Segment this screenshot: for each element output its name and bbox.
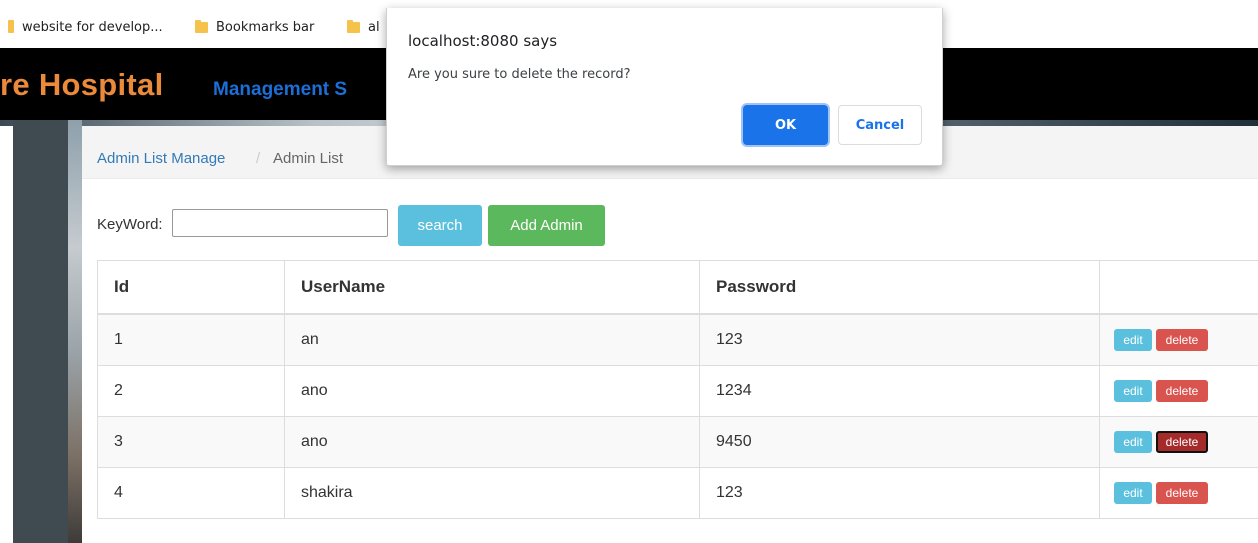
delete-button[interactable]: delete — [1156, 431, 1208, 453]
cell-id: 2 — [98, 366, 285, 416]
delete-button[interactable]: delete — [1156, 380, 1208, 402]
cell-username: ano — [285, 417, 700, 467]
cancel-button[interactable]: Cancel — [838, 105, 922, 145]
table-header-row: Id UserName Password — [98, 261, 1258, 315]
confirm-dialog: localhost:8080 says Are you sure to dele… — [386, 8, 943, 166]
bookmark-bookmarks-bar[interactable]: Bookmarks bar — [195, 17, 314, 37]
cell-actions: edit delete — [1100, 417, 1258, 467]
bookmark-label: al — [368, 19, 380, 35]
cell-password: 123 — [700, 315, 1100, 365]
column-header-password: Password — [700, 261, 1100, 313]
column-header-actions — [1100, 261, 1258, 313]
cell-password: 1234 — [700, 366, 1100, 416]
keyword-label: KeyWord: — [97, 216, 163, 233]
edit-button[interactable]: edit — [1114, 431, 1152, 453]
breadcrumb-separator: / — [256, 150, 261, 167]
column-header-username: UserName — [285, 261, 700, 313]
cell-username: an — [285, 315, 700, 365]
brand-subtitle: Management S — [213, 79, 348, 100]
bookmark-label: website for develop... — [22, 19, 163, 35]
delete-button[interactable]: delete — [1156, 329, 1208, 351]
dialog-message: Are you sure to delete the record? — [408, 67, 631, 82]
background-image — [68, 120, 82, 543]
cell-username: shakira — [285, 468, 700, 518]
delete-button[interactable]: delete — [1156, 482, 1208, 504]
ok-button[interactable]: OK — [743, 105, 828, 145]
bookmark-website-for-develop[interactable]: website for develop... — [8, 17, 163, 37]
cell-id: 1 — [98, 315, 285, 365]
dialog-title: localhost:8080 says — [408, 32, 558, 50]
edit-button[interactable]: edit — [1114, 380, 1152, 402]
breadcrumb-link-admin-list-manage[interactable]: Admin List Manage — [97, 150, 225, 167]
edit-button[interactable]: edit — [1114, 482, 1152, 504]
breadcrumb-current: Admin List — [273, 150, 344, 167]
cell-id: 3 — [98, 417, 285, 467]
cell-password: 9450 — [700, 417, 1100, 467]
cell-actions: edit delete — [1100, 468, 1258, 518]
folder-icon — [8, 19, 14, 33]
column-header-id: Id — [98, 261, 285, 313]
sidebar — [13, 120, 68, 543]
brand-title: re Hospital — [0, 67, 164, 102]
table-row: 3 ano 9450 edit delete — [98, 417, 1258, 468]
table-row: 4 shakira 123 edit delete — [98, 468, 1258, 519]
cell-id: 4 — [98, 468, 285, 518]
table-row: 2 ano 1234 edit delete — [98, 366, 1258, 417]
search-button[interactable]: search — [398, 205, 482, 246]
cell-username: ano — [285, 366, 700, 416]
admin-table: Id UserName Password 1 an 123 edit delet… — [97, 260, 1258, 519]
edit-button[interactable]: edit — [1114, 329, 1152, 351]
cell-actions: edit delete — [1100, 366, 1258, 416]
folder-icon — [195, 19, 208, 33]
table-row: 1 an 123 edit delete — [98, 315, 1258, 366]
folder-icon — [347, 19, 360, 33]
cell-actions: edit delete — [1100, 315, 1258, 365]
bookmark-al[interactable]: al — [347, 17, 380, 37]
bookmark-label: Bookmarks bar — [216, 19, 315, 35]
cell-password: 123 — [700, 468, 1100, 518]
add-admin-button[interactable]: Add Admin — [488, 205, 605, 246]
keyword-input[interactable] — [172, 209, 388, 237]
